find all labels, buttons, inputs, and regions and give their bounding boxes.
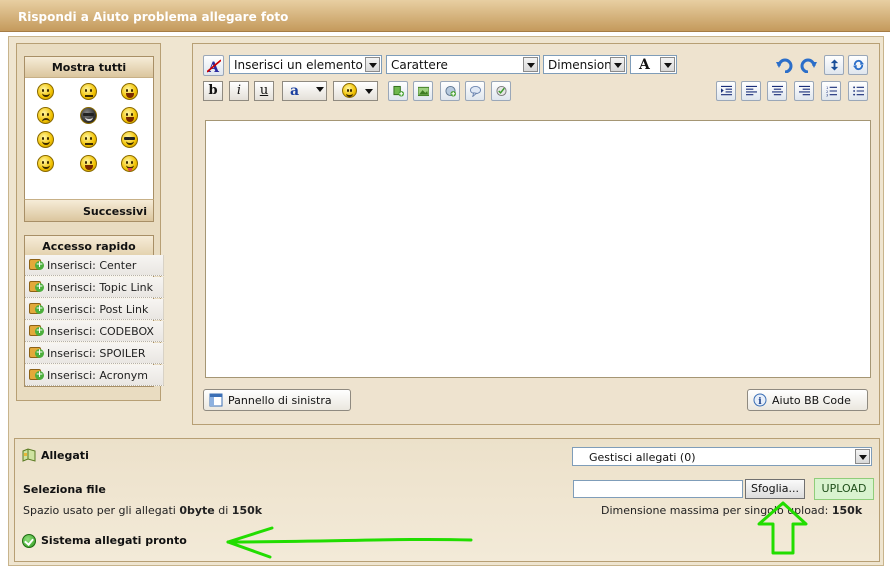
chevron-down-icon: [365, 89, 373, 94]
insert-link-icon[interactable]: [388, 81, 408, 101]
emoticon-dropdown[interactable]: [333, 81, 378, 101]
tongue-icon[interactable]: [121, 155, 138, 172]
smiley-icon: [342, 83, 357, 98]
chevron-down-icon: [365, 57, 380, 72]
insert-icon: [29, 259, 44, 270]
laugh-icon[interactable]: [121, 83, 138, 100]
insert-media-icon[interactable]: [440, 81, 460, 101]
big-grin-icon[interactable]: [37, 131, 54, 148]
panel-icon: [209, 393, 223, 407]
insert-icon: [29, 325, 44, 336]
insert-icon: [29, 281, 44, 292]
quick-item-post-link[interactable]: Inserisci: Post Link: [25, 299, 164, 320]
refresh-icon[interactable]: [848, 55, 868, 75]
redo-icon[interactable]: [800, 57, 818, 74]
font-size-dropdown[interactable]: a: [282, 81, 327, 101]
spell-check-icon[interactable]: [491, 81, 511, 101]
smile-icon[interactable]: [37, 83, 54, 100]
quote-icon[interactable]: [465, 81, 485, 101]
cool-icon[interactable]: [80, 107, 97, 124]
space-used-value: 0byte: [179, 504, 215, 517]
underline-button[interactable]: u: [254, 81, 274, 101]
chevron-down-icon: [660, 57, 675, 72]
quick-item-codebox[interactable]: Inserisci: CODEBOX: [25, 321, 164, 342]
insert-icon: [29, 369, 44, 380]
teeth-icon[interactable]: [80, 155, 97, 172]
attachments-status: Sistema allegati pronto: [41, 534, 187, 547]
font-style-icon[interactable]: A: [203, 55, 224, 76]
manage-attachments-select[interactable]: Gestisci allegati (0): [572, 447, 872, 466]
browse-button[interactable]: Sfoglia...: [745, 479, 805, 499]
attachments-title: Allegati: [41, 449, 89, 462]
shades-icon[interactable]: [121, 131, 138, 148]
ordered-list-icon[interactable]: 123: [821, 81, 841, 101]
space-used-info: Spazio usato per gli allegati 0byte di 1…: [23, 504, 263, 517]
indent-icon[interactable]: [716, 81, 736, 101]
align-right-icon[interactable]: [794, 81, 814, 101]
insert-element-select[interactable]: Inserisci un elemento: [229, 55, 382, 74]
bbcode-help-button[interactable]: i Aiuto BB Code: [747, 389, 868, 411]
chevron-down-icon: [610, 57, 625, 72]
insert-icon: [29, 303, 44, 314]
grin-icon[interactable]: [37, 107, 54, 124]
chevron-down-icon: [523, 57, 538, 72]
attachment-icon: [22, 448, 36, 462]
quick-access-header: Accesso rapido: [25, 236, 153, 257]
window-title: Rispondi a Aiuto problema allegare foto: [0, 0, 890, 32]
happy-icon[interactable]: [37, 155, 54, 172]
undo-icon[interactable]: [775, 57, 793, 74]
chevron-down-icon: [316, 87, 324, 92]
resize-icon[interactable]: [824, 55, 844, 75]
insert-image-icon[interactable]: [413, 81, 433, 101]
insert-icon: [29, 347, 44, 358]
left-panel-button[interactable]: Pannello di sinistra: [203, 389, 351, 411]
show-all-smileys-link[interactable]: Mostra tutti: [25, 57, 153, 78]
checkmark-icon: [22, 534, 36, 548]
svg-text:i: i: [758, 397, 762, 407]
quick-item-topic-link[interactable]: Inserisci: Topic Link: [25, 277, 164, 298]
bold-button[interactable]: b: [203, 81, 223, 101]
chevron-down-icon: [855, 449, 870, 464]
confused-icon[interactable]: [80, 131, 97, 148]
max-size-info: Dimensione massima per singolo upload: 1…: [601, 504, 863, 517]
quick-item-acronym[interactable]: Inserisci: Acronym: [25, 365, 164, 386]
font-select[interactable]: Carattere: [386, 55, 540, 74]
space-total-value: 150k: [231, 504, 263, 517]
svg-text:3: 3: [826, 94, 829, 98]
wink-icon[interactable]: [80, 83, 97, 100]
size-select[interactable]: Dimension: [543, 55, 627, 74]
select-file-label: Seleziona file: [23, 483, 106, 496]
message-textarea[interactable]: [205, 120, 871, 378]
info-icon: i: [753, 393, 767, 407]
font-color-select[interactable]: A: [630, 55, 677, 74]
file-path-input[interactable]: [573, 480, 743, 498]
align-center-icon[interactable]: [767, 81, 787, 101]
quick-item-spoiler[interactable]: Inserisci: SPOILER: [25, 343, 164, 364]
max-size-value: 150k: [831, 504, 863, 517]
smiley-box: Mostra tutti: [24, 56, 154, 222]
unordered-list-icon[interactable]: [848, 81, 868, 101]
upload-button[interactable]: UPLOAD: [814, 478, 874, 500]
surprised-icon[interactable]: [121, 107, 138, 124]
quick-item-center[interactable]: Inserisci: Center: [25, 255, 164, 276]
italic-button[interactable]: i: [229, 81, 249, 101]
align-left-icon[interactable]: [741, 81, 761, 101]
next-smileys-link[interactable]: Successivi: [24, 199, 154, 222]
